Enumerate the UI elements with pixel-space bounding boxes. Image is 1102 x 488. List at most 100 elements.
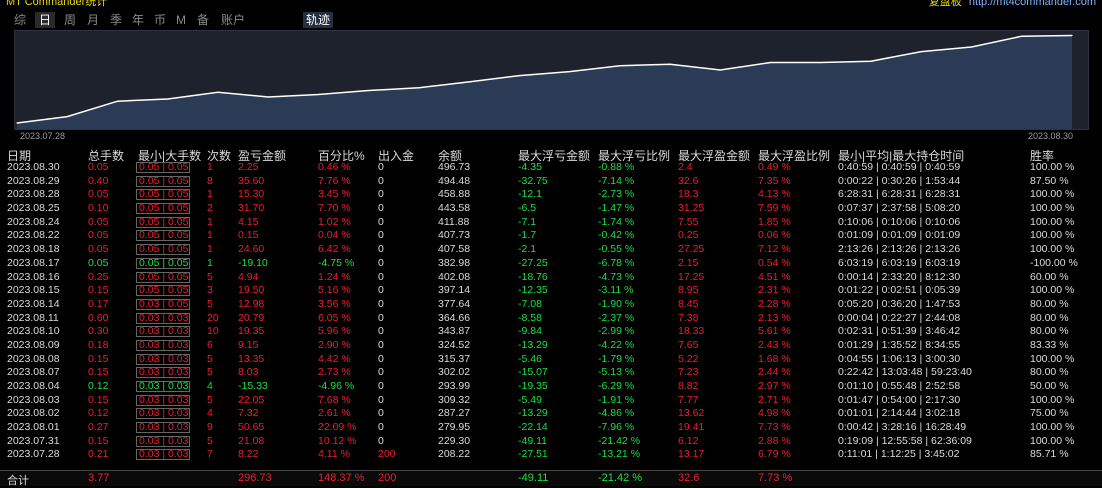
tab-backup[interactable]: 备 — [193, 12, 213, 28]
cell-count: 6 — [207, 338, 213, 351]
table-row[interactable]: 2023.07.31 0.15 0.03 | 0.03 5 21.08 10.12 % 0 2… — [0, 435, 1102, 449]
cell-winrate: 80.00 % — [1030, 297, 1069, 310]
table-row[interactable]: 2023.08.09 0.18 0.03 | 0.03 6 9.15 2.90 % 0 324… — [0, 339, 1102, 353]
cell-hold-time: 0:02:31 | 0:51:39 | 3:46:42 — [838, 325, 961, 338]
tab-currency[interactable]: 币 — [150, 12, 170, 28]
table-row[interactable]: 2023.08.03 0.15 0.03 | 0.03 5 22.05 7.68 % 0 30… — [0, 394, 1102, 408]
cell-max-float-loss: -32.75 — [518, 174, 548, 187]
total-max-float-loss-pct: -21.42 % — [598, 472, 643, 484]
cell-flow: 0 — [378, 407, 384, 420]
cell-hold-time: 0:19:09 | 12:55:58 | 62:36:09 — [838, 434, 972, 447]
cell-count: 5 — [207, 393, 213, 406]
tab-week[interactable]: 周 — [60, 12, 80, 28]
cell-max-float-profit-pct: 4.51 % — [758, 270, 791, 283]
cell-lots: 0.25 — [88, 270, 109, 283]
table-row[interactable]: 2023.08.14 0.17 0.03 | 0.05 5 12.98 3.56 % 0 37… — [0, 298, 1102, 312]
cell-max-float-profit: 7.23 — [678, 366, 699, 379]
cell-balance: 458.88 — [438, 188, 471, 201]
cell-pct: -4.96 % — [318, 380, 355, 392]
tab-year[interactable]: 年 — [128, 12, 148, 28]
table-row[interactable]: 2023.08.10 0.30 0.03 | 0.03 10 19.35 5.96 % 0 3… — [0, 325, 1102, 339]
cell-max-float-loss-pct: -2.99 % — [598, 325, 635, 338]
table-row[interactable]: 2023.08.18 0.05 0.05 | 0.05 1 24.60 6.42 % 0 40… — [0, 243, 1102, 257]
cell-lots: 0.21 — [88, 448, 109, 461]
tab-summary[interactable]: 综 — [10, 12, 30, 28]
cell-max-float-profit: 2.4 — [678, 161, 693, 173]
equity-point — [468, 81, 470, 83]
equity-point — [970, 46, 973, 48]
cell-max-float-profit-pct: 2.43 % — [758, 338, 791, 351]
cell-minmax: 0.03 | 0.03 — [139, 407, 189, 420]
table-row[interactable]: 2023.08.17 0.05 0.05 | 0.05 1 -19.10 -4.75 % 0… — [0, 257, 1102, 271]
cell-pct: 5.16 % — [318, 284, 351, 297]
total-max-float-profit: 32.6 — [678, 472, 700, 484]
cell-max-float-profit-pct: 7.59 % — [758, 202, 791, 215]
tab-track[interactable]: 轨迹 — [303, 12, 333, 28]
equity-point — [719, 69, 721, 71]
cell-max-float-loss: -1.7 — [518, 229, 537, 242]
cell-count: 9 — [207, 421, 213, 434]
cell-pnl: 20.79 — [238, 311, 265, 324]
equity-point — [167, 98, 169, 100]
table-row[interactable]: 2023.08.15 0.15 0.05 | 0.05 3 19.50 5.16 % 0 39… — [0, 284, 1102, 298]
cell-date: 2023.08.16 — [7, 270, 60, 283]
tab-quarter[interactable]: 季 — [106, 12, 126, 28]
cell-winrate: 75.00 % — [1030, 407, 1069, 420]
cell-max-float-loss-pct: -6.29 % — [598, 380, 635, 392]
cell-pct: 2.90 % — [318, 338, 351, 351]
cell-flow: 0 — [378, 270, 384, 283]
cell-balance: 402.08 — [438, 270, 471, 283]
cell-hold-time: 0:01:10 | 0:55:48 | 2:52:58 — [838, 380, 961, 392]
table-row[interactable]: 2023.08.04 0.12 0.03 | 0.03 4 -15.33 -4.96 % 0… — [0, 380, 1102, 394]
table-row[interactable]: 2023.07.28 0.21 0.03 | 0.03 7 8.22 4.11 % 200 2… — [0, 448, 1102, 462]
cell-lots: 0.10 — [88, 202, 109, 215]
cell-pnl: 35.60 — [238, 174, 265, 187]
cell-max-float-profit: 2.15 — [678, 256, 699, 269]
cell-max-float-profit-pct: 2.71 % — [758, 393, 791, 406]
cell-count: 1 — [207, 188, 213, 201]
table-row[interactable]: 2023.08.11 0.60 0.03 | 0.03 20 20.79 6.05 % 0 3… — [0, 312, 1102, 326]
equity-point — [669, 63, 671, 65]
cell-max-float-loss: -7.08 — [518, 297, 542, 310]
cell-balance: 208.22 — [438, 448, 471, 461]
cell-lots: 0.60 — [88, 311, 109, 324]
cell-date: 2023.08.14 — [7, 297, 60, 310]
table-row[interactable]: 2023.08.16 0.25 0.05 | 0.05 5 4.94 1.24 % 0 402… — [0, 271, 1102, 285]
cell-max-float-profit: 0.25 — [678, 229, 699, 242]
tab-day[interactable]: 日 — [35, 12, 55, 28]
equity-point — [770, 61, 772, 64]
table-row[interactable]: 2023.08.22 0.05 0.05 | 0.05 1 0.15 0.04 % 0 407… — [0, 229, 1102, 243]
cell-date: 2023.08.10 — [7, 325, 60, 338]
tab-m[interactable]: M — [173, 12, 189, 28]
total-max-float-profit-pct: 7.73 % — [758, 472, 793, 484]
cell-pct: 6.42 % — [318, 243, 351, 256]
cell-winrate: -100.00 % — [1030, 256, 1078, 269]
cell-max-float-loss-pct: -1.91 % — [598, 393, 635, 406]
table-row[interactable]: 2023.08.08 0.15 0.03 | 0.03 5 13.35 4.42 % 0 31… — [0, 353, 1102, 367]
tab-account[interactable]: 账户 — [218, 12, 248, 28]
cell-minmax: 0.03 | 0.05 — [139, 297, 189, 310]
table-row[interactable]: 2023.08.28 0.05 0.05 | 0.05 1 15.30 3.45 % 0 45… — [0, 188, 1102, 202]
chart-end-date: 2023.08.30 — [1028, 131, 1074, 141]
table-row[interactable]: 2023.08.01 0.27 0.03 | 0.03 9 50.65 22.09 % 0 2… — [0, 421, 1102, 435]
cell-hold-time: 6:03:19 | 6:03:19 | 6:03:19 — [838, 256, 961, 269]
website-link[interactable]: http://mt4commander.com — [969, 0, 1096, 8]
cell-lots: 0.12 — [88, 380, 109, 392]
cell-flow: 0 — [378, 434, 384, 447]
tab-month[interactable]: 月 — [83, 12, 103, 28]
equity-point — [518, 75, 520, 77]
table-row[interactable]: 2023.08.29 0.40 0.05 | 0.05 8 35.60 7.76 % 0 49… — [0, 175, 1102, 189]
equity-point — [317, 93, 319, 96]
table-row[interactable]: 2023.08.07 0.15 0.03 | 0.03 5 8.03 2.73 % 0 302… — [0, 366, 1102, 380]
cell-lots: 0.17 — [88, 297, 109, 310]
cell-max-float-loss-pct: -7.96 % — [598, 421, 635, 434]
table-row[interactable]: 2023.08.25 0.10 0.05 | 0.05 2 31.70 7.70 % 0 44… — [0, 202, 1102, 216]
equity-point — [116, 100, 119, 102]
cell-balance: 443.58 — [438, 202, 471, 215]
table-row[interactable]: 2023.08.30 0.05 0.05 | 0.05 1 2.25 0.46 % 0 496… — [0, 161, 1102, 175]
cell-winrate: 85.71 % — [1030, 448, 1069, 461]
cell-date: 2023.07.31 — [7, 434, 60, 447]
table-row[interactable]: 2023.08.02 0.12 0.03 | 0.03 4 7.32 2.61 % 0 287… — [0, 407, 1102, 421]
table-row[interactable]: 2023.08.24 0.05 0.05 | 0.05 1 4.15 1.02 % 0 411… — [0, 216, 1102, 230]
cell-date: 2023.08.04 — [7, 380, 60, 392]
